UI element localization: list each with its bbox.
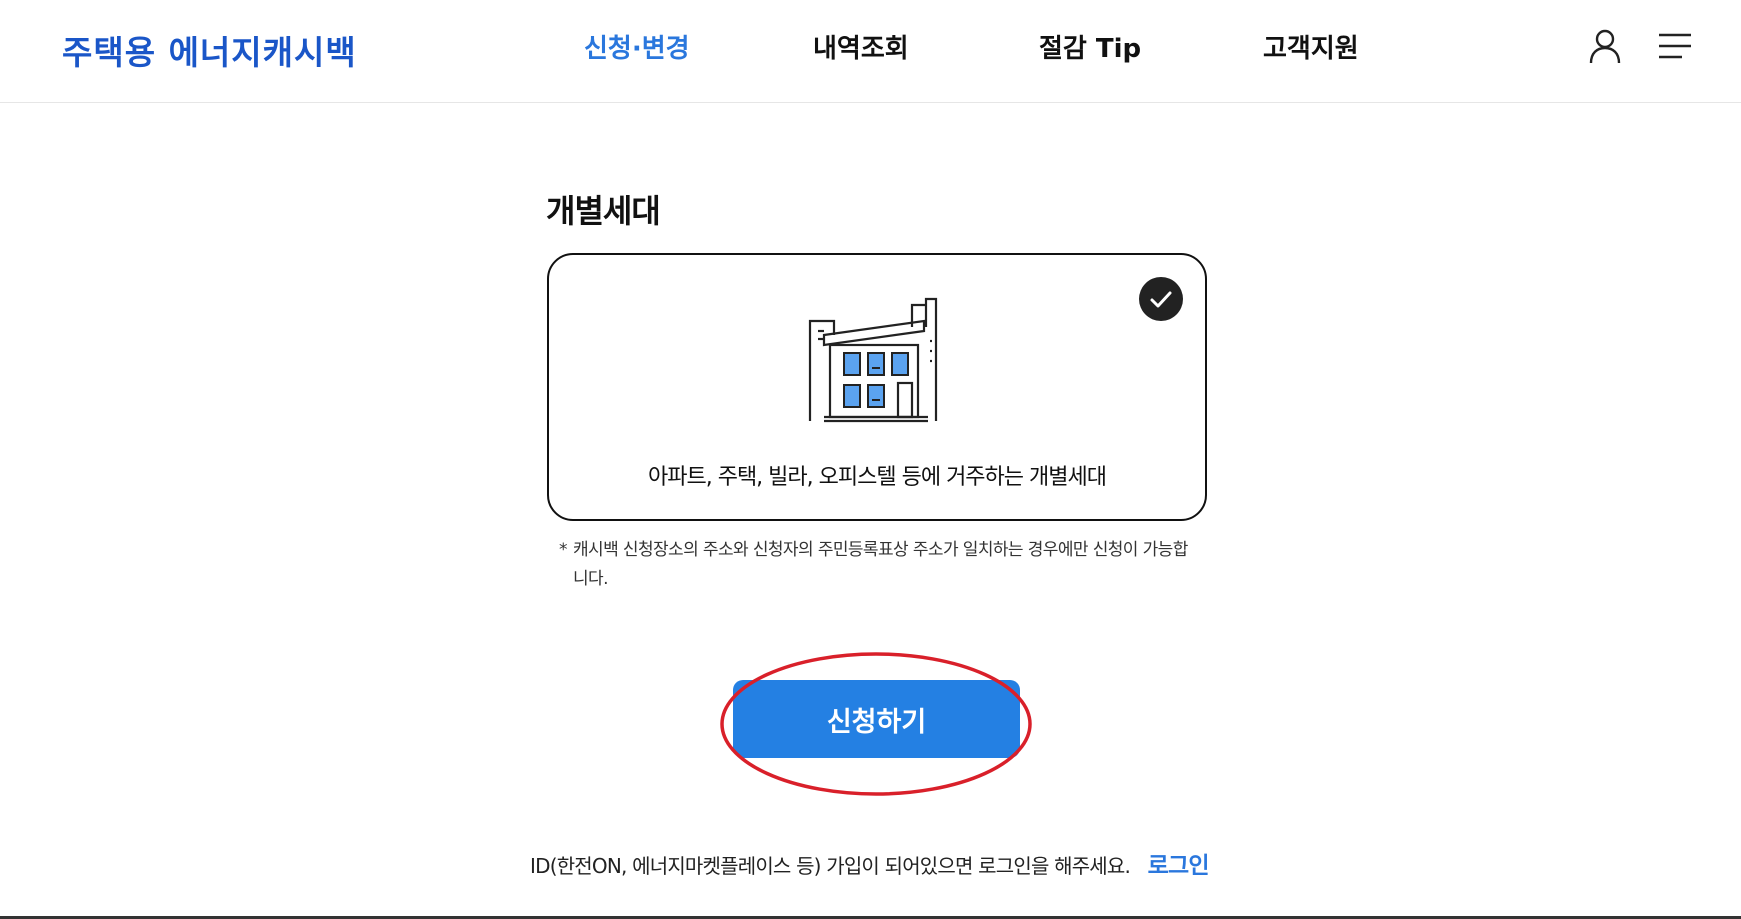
building-icon [808,297,938,423]
login-link[interactable]: 로그인 [1148,853,1210,879]
check-icon [1139,277,1183,321]
apply-button-area: 신청하기 [718,651,1034,797]
login-prompt-line: ID(한전ON, 에너지마켓플레이스 등) 가입이 되어있으면 로그인을 해주세… [530,846,1210,880]
card-description: 아파트, 주택, 빌라, 오피스텔 등에 거주하는 개별세대 [648,465,1107,490]
eligibility-note: * 캐시백 신청장소의 주소와 신청자의 주민등록표상 주소가 일치하는 경우에… [559,536,1199,594]
note-asterisk: * [559,540,567,560]
nav-item-support[interactable]: 고객지원 [1263,28,1359,65]
user-icon[interactable] [1587,28,1623,64]
nav-item-history[interactable]: 내역조회 [813,28,909,65]
site-logo[interactable]: 주택용 에너지캐시백 [62,26,357,74]
section-title: 개별세대 [546,192,661,230]
nav-item-saving-tip[interactable]: 절감 Tip [1039,28,1141,65]
nav-item-apply-change[interactable]: 신청·변경 [584,28,690,65]
household-option-card[interactable]: 아파트, 주택, 빌라, 오피스텔 등에 거주하는 개별세대 [547,253,1207,521]
apply-button[interactable]: 신청하기 [733,680,1020,758]
login-prompt-text: ID(한전ON, 에너지마켓플레이스 등) 가입이 되어있으면 로그인을 해주세… [530,854,1131,878]
note-text: 캐시백 신청장소의 주소와 신청자의 주민등록표상 주소가 일치하는 경우에만 … [573,540,1188,589]
site-header: 주택용 에너지캐시백 신청·변경 내역조회 절감 Tip 고객지원 [0,0,1741,103]
hamburger-menu-icon[interactable] [1658,32,1692,60]
